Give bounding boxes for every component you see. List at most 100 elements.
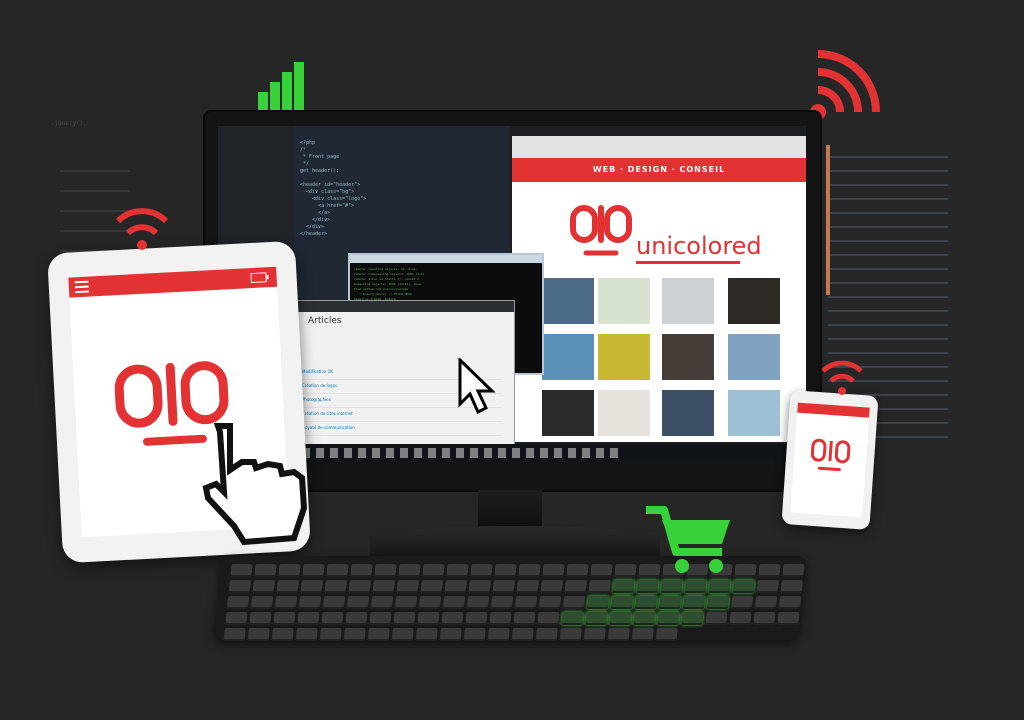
keyboard-key <box>444 580 467 593</box>
keyboard-key <box>249 612 272 625</box>
keyboard-key <box>540 580 563 593</box>
admin-row[interactable]: Goyaté de communication <box>302 421 502 436</box>
keyboard-key <box>369 612 392 625</box>
keyboard-key <box>228 580 251 593</box>
keyboard-key <box>466 596 490 609</box>
keyboard-key <box>705 612 728 625</box>
keyboard-key <box>609 612 632 625</box>
keyboard-key <box>367 628 390 641</box>
keyboard-key <box>732 580 755 593</box>
portfolio-thumb[interactable] <box>598 390 650 436</box>
admin-title: Articles <box>308 316 342 326</box>
keyboard-key <box>391 628 414 641</box>
keyboard-key <box>681 612 704 625</box>
keyboard-key <box>734 564 757 577</box>
keyboard-key <box>422 564 445 577</box>
keyboard-key <box>442 596 466 609</box>
keyboard-key <box>778 596 802 609</box>
keyboard-key <box>321 612 344 625</box>
keyboard-key <box>300 580 323 593</box>
keyboard-key <box>276 580 299 593</box>
keyboard-key <box>463 628 486 641</box>
keyboard-key <box>348 580 371 593</box>
keyboard-key <box>322 596 346 609</box>
keyboard-key <box>566 564 589 577</box>
keyboard-key <box>278 564 301 577</box>
site-nav-bar: WEB · DESIGN · CONSEIL <box>512 158 806 182</box>
keyboard-key <box>559 628 582 641</box>
portfolio-thumb[interactable] <box>662 334 714 380</box>
keyboard-key <box>490 596 514 609</box>
keyboard-key <box>326 564 349 577</box>
keyboard-key <box>252 580 275 593</box>
portfolio-thumb[interactable] <box>662 278 714 324</box>
keyboard-key <box>657 612 680 625</box>
keyboard-key <box>319 628 342 641</box>
keyboard-key <box>274 596 298 609</box>
wifi-icon <box>821 360 863 395</box>
code-text: <?php /* * Front page */ get_header(); <… <box>300 140 367 237</box>
portfolio-thumb[interactable] <box>662 390 714 436</box>
keyboard-key <box>586 596 610 609</box>
portfolio-thumb[interactable] <box>598 278 650 324</box>
keyboard-key <box>271 628 294 641</box>
keyboard-key <box>247 628 270 641</box>
terminal-title-bar <box>350 255 542 263</box>
keyboard-key <box>370 596 394 609</box>
keyboard-key <box>487 628 510 641</box>
keyboard-key <box>350 564 373 577</box>
keyboard-key <box>441 612 464 625</box>
keyboard-key <box>516 580 539 593</box>
keyboard-key <box>634 596 658 609</box>
keyboard-key <box>514 596 538 609</box>
keyboard-key <box>492 580 515 593</box>
keyboard-key <box>374 564 397 577</box>
keyboard-key <box>345 612 368 625</box>
portfolio-thumb[interactable] <box>728 334 780 380</box>
keyboard-key <box>610 596 634 609</box>
keyboard-key <box>535 628 558 641</box>
keyboard-key <box>226 596 250 609</box>
keyboard-key <box>564 580 587 593</box>
keyboard-key <box>254 564 277 577</box>
portfolio-thumb[interactable] <box>542 334 594 380</box>
keyboard-key <box>660 580 683 593</box>
portfolio-thumb[interactable] <box>728 390 780 436</box>
phone-screen <box>790 402 870 518</box>
portfolio-thumb[interactable] <box>598 334 650 380</box>
keyboard-key <box>346 596 370 609</box>
portfolio-thumb[interactable] <box>542 278 594 324</box>
brand-name: unicolored <box>636 232 762 260</box>
keyboard-key <box>633 612 656 625</box>
keyboard-key <box>631 628 654 641</box>
portfolio-thumb[interactable] <box>542 390 594 436</box>
keyboard-key <box>636 580 659 593</box>
keyboard-key <box>756 580 779 593</box>
battery-icon <box>250 272 269 284</box>
arrow-cursor-icon <box>458 358 496 415</box>
brand-logo-icon <box>810 438 851 472</box>
keyboard-key <box>777 612 800 625</box>
keyboard-key <box>415 628 438 641</box>
keyboard-key <box>417 612 440 625</box>
keyboard-key <box>614 564 637 577</box>
phone-device <box>781 390 879 530</box>
keyboard-key <box>562 596 586 609</box>
keyboard-key <box>708 580 731 593</box>
portfolio-thumb[interactable] <box>728 278 780 324</box>
keyboard-key <box>542 564 565 577</box>
monitor-stand-neck <box>478 490 542 530</box>
keyboard-key <box>302 564 325 577</box>
keyboard-key <box>585 612 608 625</box>
wifi-icon <box>115 208 169 250</box>
brand-logo-icon <box>570 205 632 256</box>
menu-icon[interactable] <box>74 280 90 294</box>
keyboard-key <box>494 564 517 577</box>
keyboard-key <box>590 564 613 577</box>
keyboard-key <box>538 596 562 609</box>
signal-bars-icon <box>258 62 304 110</box>
keyboard-key <box>398 564 421 577</box>
keyboard-key <box>537 612 560 625</box>
keyboard-key <box>612 580 635 593</box>
keyboard-key <box>588 580 611 593</box>
